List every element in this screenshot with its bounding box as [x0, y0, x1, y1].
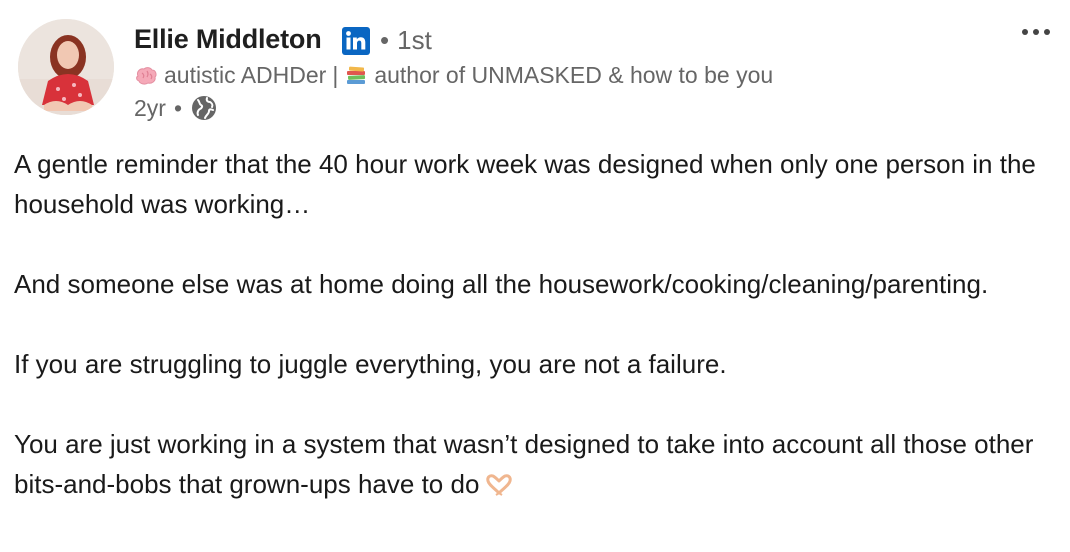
post-paragraph: A gentle reminder that the 40 hour work … — [14, 149, 1036, 219]
heart-hands-emoji-icon — [485, 467, 513, 496]
author-headline: autistic ADHDer | author of UNMASKED & h… — [134, 62, 773, 89]
post-paragraph: And someone else was at home doing all t… — [14, 269, 989, 299]
time-separator: • — [173, 94, 183, 121]
degree-separator: • — [380, 25, 390, 55]
post-paragraph: If you are struggling to juggle everythi… — [14, 349, 727, 379]
headline-part-1: autistic ADHDer — [164, 62, 327, 88]
degree-label: 1st — [397, 25, 432, 55]
avatar[interactable] — [18, 19, 114, 115]
headline-part-2: author of UNMASKED & how to be you — [374, 62, 774, 88]
books-emoji-icon — [344, 65, 368, 87]
post-meta: 2yr • — [134, 94, 218, 122]
post-time[interactable]: 2yr — [134, 95, 166, 122]
linkedin-icon — [342, 27, 370, 55]
author-name[interactable]: Ellie Middleton — [134, 24, 322, 55]
more-options-icon — [1022, 29, 1050, 35]
post-paragraph-text: You are just working in a system that wa… — [14, 429, 1034, 499]
post-paragraph-last: You are just working in a system that wa… — [14, 424, 1054, 504]
linkedin-post: Ellie Middleton •1st autistic ADHDer | — [0, 0, 1070, 552]
headline-separator: | — [332, 62, 339, 88]
globe-icon — [190, 94, 218, 122]
more-options-button[interactable] — [1018, 18, 1054, 46]
brain-emoji-icon — [134, 65, 158, 87]
avatar-image — [18, 19, 114, 115]
post-body: A gentle reminder that the 40 hour work … — [14, 144, 1054, 504]
connection-degree: • 1st — [380, 25, 432, 56]
